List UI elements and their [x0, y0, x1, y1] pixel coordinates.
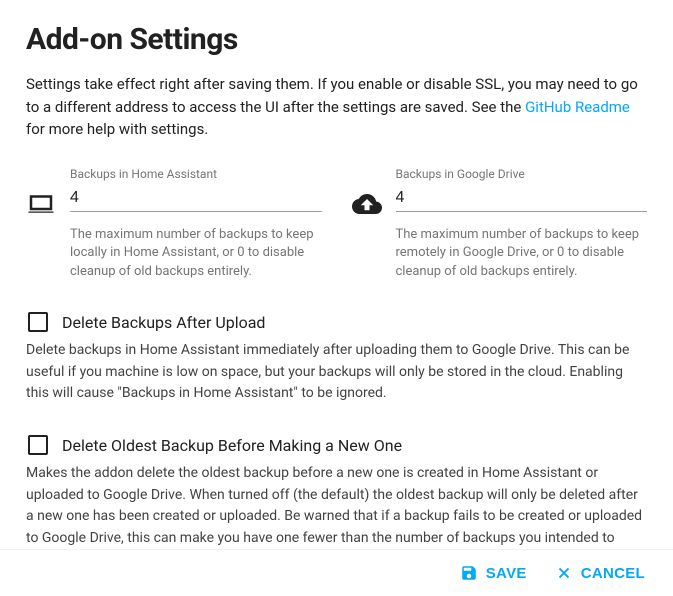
dialog-actions: SAVE CANCEL: [0, 549, 673, 596]
delete-after-upload-checkbox[interactable]: [28, 312, 48, 332]
laptop-icon: [26, 189, 56, 223]
delete-after-upload-label: Delete Backups After Upload: [62, 313, 265, 332]
drive-backups-input[interactable]: [396, 187, 648, 209]
ha-backups-label: Backups in Home Assistant: [70, 167, 322, 181]
delete-after-upload-desc: Delete backups in Home Assistant immedia…: [26, 340, 647, 405]
drive-backups-help: The maximum number of backups to keep re…: [396, 226, 648, 283]
ha-backups-input[interactable]: [70, 187, 322, 209]
intro-part2: for more help with settings.: [26, 120, 208, 138]
delete-oldest-label: Delete Oldest Backup Before Making a New…: [62, 436, 402, 455]
cancel-button[interactable]: CANCEL: [555, 564, 645, 582]
page-title: Add-on Settings: [26, 22, 647, 57]
save-button-label: SAVE: [486, 565, 527, 582]
save-icon: [460, 564, 478, 582]
github-readme-link[interactable]: GitHub Readme: [525, 98, 630, 116]
close-icon: [555, 564, 573, 582]
cloud-upload-icon: [352, 189, 382, 223]
delete-oldest-checkbox[interactable]: [28, 435, 48, 455]
intro-text: Settings take effect right after saving …: [26, 73, 647, 141]
save-button[interactable]: SAVE: [460, 564, 527, 582]
drive-backups-label: Backups in Google Drive: [396, 167, 648, 181]
cancel-button-label: CANCEL: [581, 565, 645, 582]
ha-backups-help: The maximum number of backups to keep lo…: [70, 226, 322, 283]
